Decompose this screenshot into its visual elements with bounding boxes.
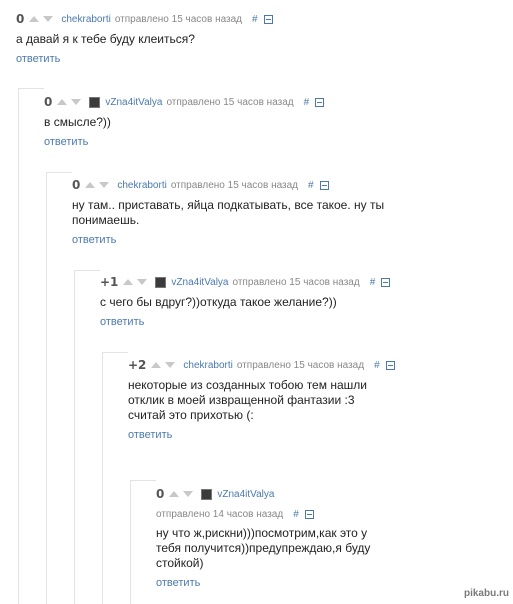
permalink-link[interactable]: #: [304, 97, 310, 108]
collapse-icon[interactable]: [315, 97, 325, 107]
collapse-icon[interactable]: [381, 277, 391, 287]
vote-down-icon[interactable]: [183, 491, 194, 497]
thread-line: [74, 270, 75, 604]
collapse-icon[interactable]: [304, 510, 314, 519]
thread-line: [74, 270, 100, 271]
permalink-link[interactable]: #: [308, 180, 314, 191]
author-link[interactable]: chekraborti: [117, 180, 166, 191]
rating-value: 0: [44, 95, 53, 109]
reply-link[interactable]: ответить: [128, 429, 410, 441]
thread-line: [130, 480, 156, 481]
author-link[interactable]: chekraborti: [61, 14, 110, 25]
comment: 0 chekraborti отправлено 15 часов назад …: [16, 12, 496, 65]
rating-value: 0: [16, 12, 25, 26]
avatar[interactable]: [155, 276, 167, 288]
posted-time: отправлено 15 часов назад: [170, 179, 299, 191]
permalink-link[interactable]: #: [252, 14, 258, 25]
comment: 0 chekraborti отправлено 15 часов назад …: [72, 178, 412, 246]
reply-link[interactable]: ответить: [44, 136, 494, 148]
permalink-link[interactable]: #: [370, 277, 376, 288]
thread-line: [102, 352, 128, 353]
comment: +1 vZna4itValya отправлено 15 часов наза…: [100, 275, 500, 328]
comment: 0 vZna4itValya отправлено 14 часов назад…: [156, 487, 396, 589]
posted-time: отправлено 15 часов назад: [114, 13, 243, 25]
vote-up-icon[interactable]: [29, 16, 40, 22]
author-link[interactable]: vZna4itValya: [171, 277, 228, 288]
vote-up-icon[interactable]: [169, 491, 180, 497]
vote-down-icon[interactable]: [165, 362, 176, 368]
comment-text: некоторые из созданных тобою тем нашли о…: [128, 378, 367, 422]
comment-meta: +2 chekraborti отправлено 15 часов назад…: [128, 358, 410, 372]
reply-link[interactable]: ответить: [156, 577, 396, 589]
vote-up-icon[interactable]: [57, 99, 68, 105]
comment: +2 chekraborti отправлено 15 часов назад…: [128, 358, 410, 441]
permalink-link[interactable]: #: [293, 509, 299, 520]
vote-down-icon[interactable]: [71, 99, 82, 105]
thread-line: [46, 172, 72, 173]
comment-meta: 0 chekraborti отправлено 15 часов назад …: [72, 178, 412, 192]
comment-text: в смысле?)): [44, 115, 111, 129]
posted-time: отправлено 14 часов назад: [156, 509, 284, 520]
collapse-icon[interactable]: [319, 180, 329, 190]
watermark: pikabu.ru: [463, 588, 509, 599]
posted-time: отправлено 15 часов назад: [232, 276, 360, 288]
thread-line: [130, 480, 131, 604]
rating-value: 0: [156, 487, 165, 501]
comment-text: а давай я к тебе буду клеиться?: [16, 32, 195, 46]
thread-line: [18, 88, 44, 89]
avatar[interactable]: [201, 488, 213, 500]
comment-text: ну что ж,рискни)))посмотрим,как это у те…: [156, 526, 371, 570]
author-link[interactable]: chekraborti: [183, 360, 232, 371]
comment: 0 vZna4itValya отправлено 15 часов назад…: [44, 95, 494, 148]
rating-value: +2: [128, 358, 147, 372]
thread-line: [102, 352, 103, 604]
comment-meta: 0 vZna4itValya отправлено 14 часов назад…: [156, 487, 396, 520]
reply-link[interactable]: ответить: [72, 234, 412, 246]
comment-text: ну там.. приставать, яйца подкатывать, в…: [72, 198, 385, 227]
vote-down-icon[interactable]: [43, 16, 54, 22]
avatar[interactable]: [89, 96, 101, 108]
rating-value: +1: [100, 275, 119, 289]
comment-meta: 0 vZna4itValya отправлено 15 часов назад…: [44, 95, 494, 109]
vote-down-icon[interactable]: [99, 182, 110, 188]
rating-value: 0: [72, 178, 81, 192]
vote-up-icon[interactable]: [151, 362, 162, 368]
comment-text: с чего бы вдруг?))откуда такое желание?)…: [100, 295, 337, 309]
reply-link[interactable]: ответить: [16, 53, 496, 65]
thread-line: [46, 172, 47, 604]
comment-meta: 0 chekraborti отправлено 15 часов назад …: [16, 12, 496, 26]
author-link[interactable]: vZna4itValya: [217, 489, 274, 500]
thread-line: [18, 88, 19, 604]
comment-meta: +1 vZna4itValya отправлено 15 часов наза…: [100, 275, 500, 289]
permalink-link[interactable]: #: [374, 360, 380, 371]
vote-down-icon[interactable]: [137, 279, 148, 285]
posted-time: отправлено 15 часов назад: [166, 96, 294, 108]
collapse-icon[interactable]: [385, 360, 395, 370]
reply-link[interactable]: ответить: [100, 316, 500, 328]
collapse-icon[interactable]: [263, 14, 273, 24]
author-link[interactable]: vZna4itValya: [105, 97, 162, 108]
vote-up-icon[interactable]: [85, 182, 96, 188]
posted-time: отправлено 15 часов назад: [236, 359, 365, 371]
vote-up-icon[interactable]: [123, 279, 134, 285]
